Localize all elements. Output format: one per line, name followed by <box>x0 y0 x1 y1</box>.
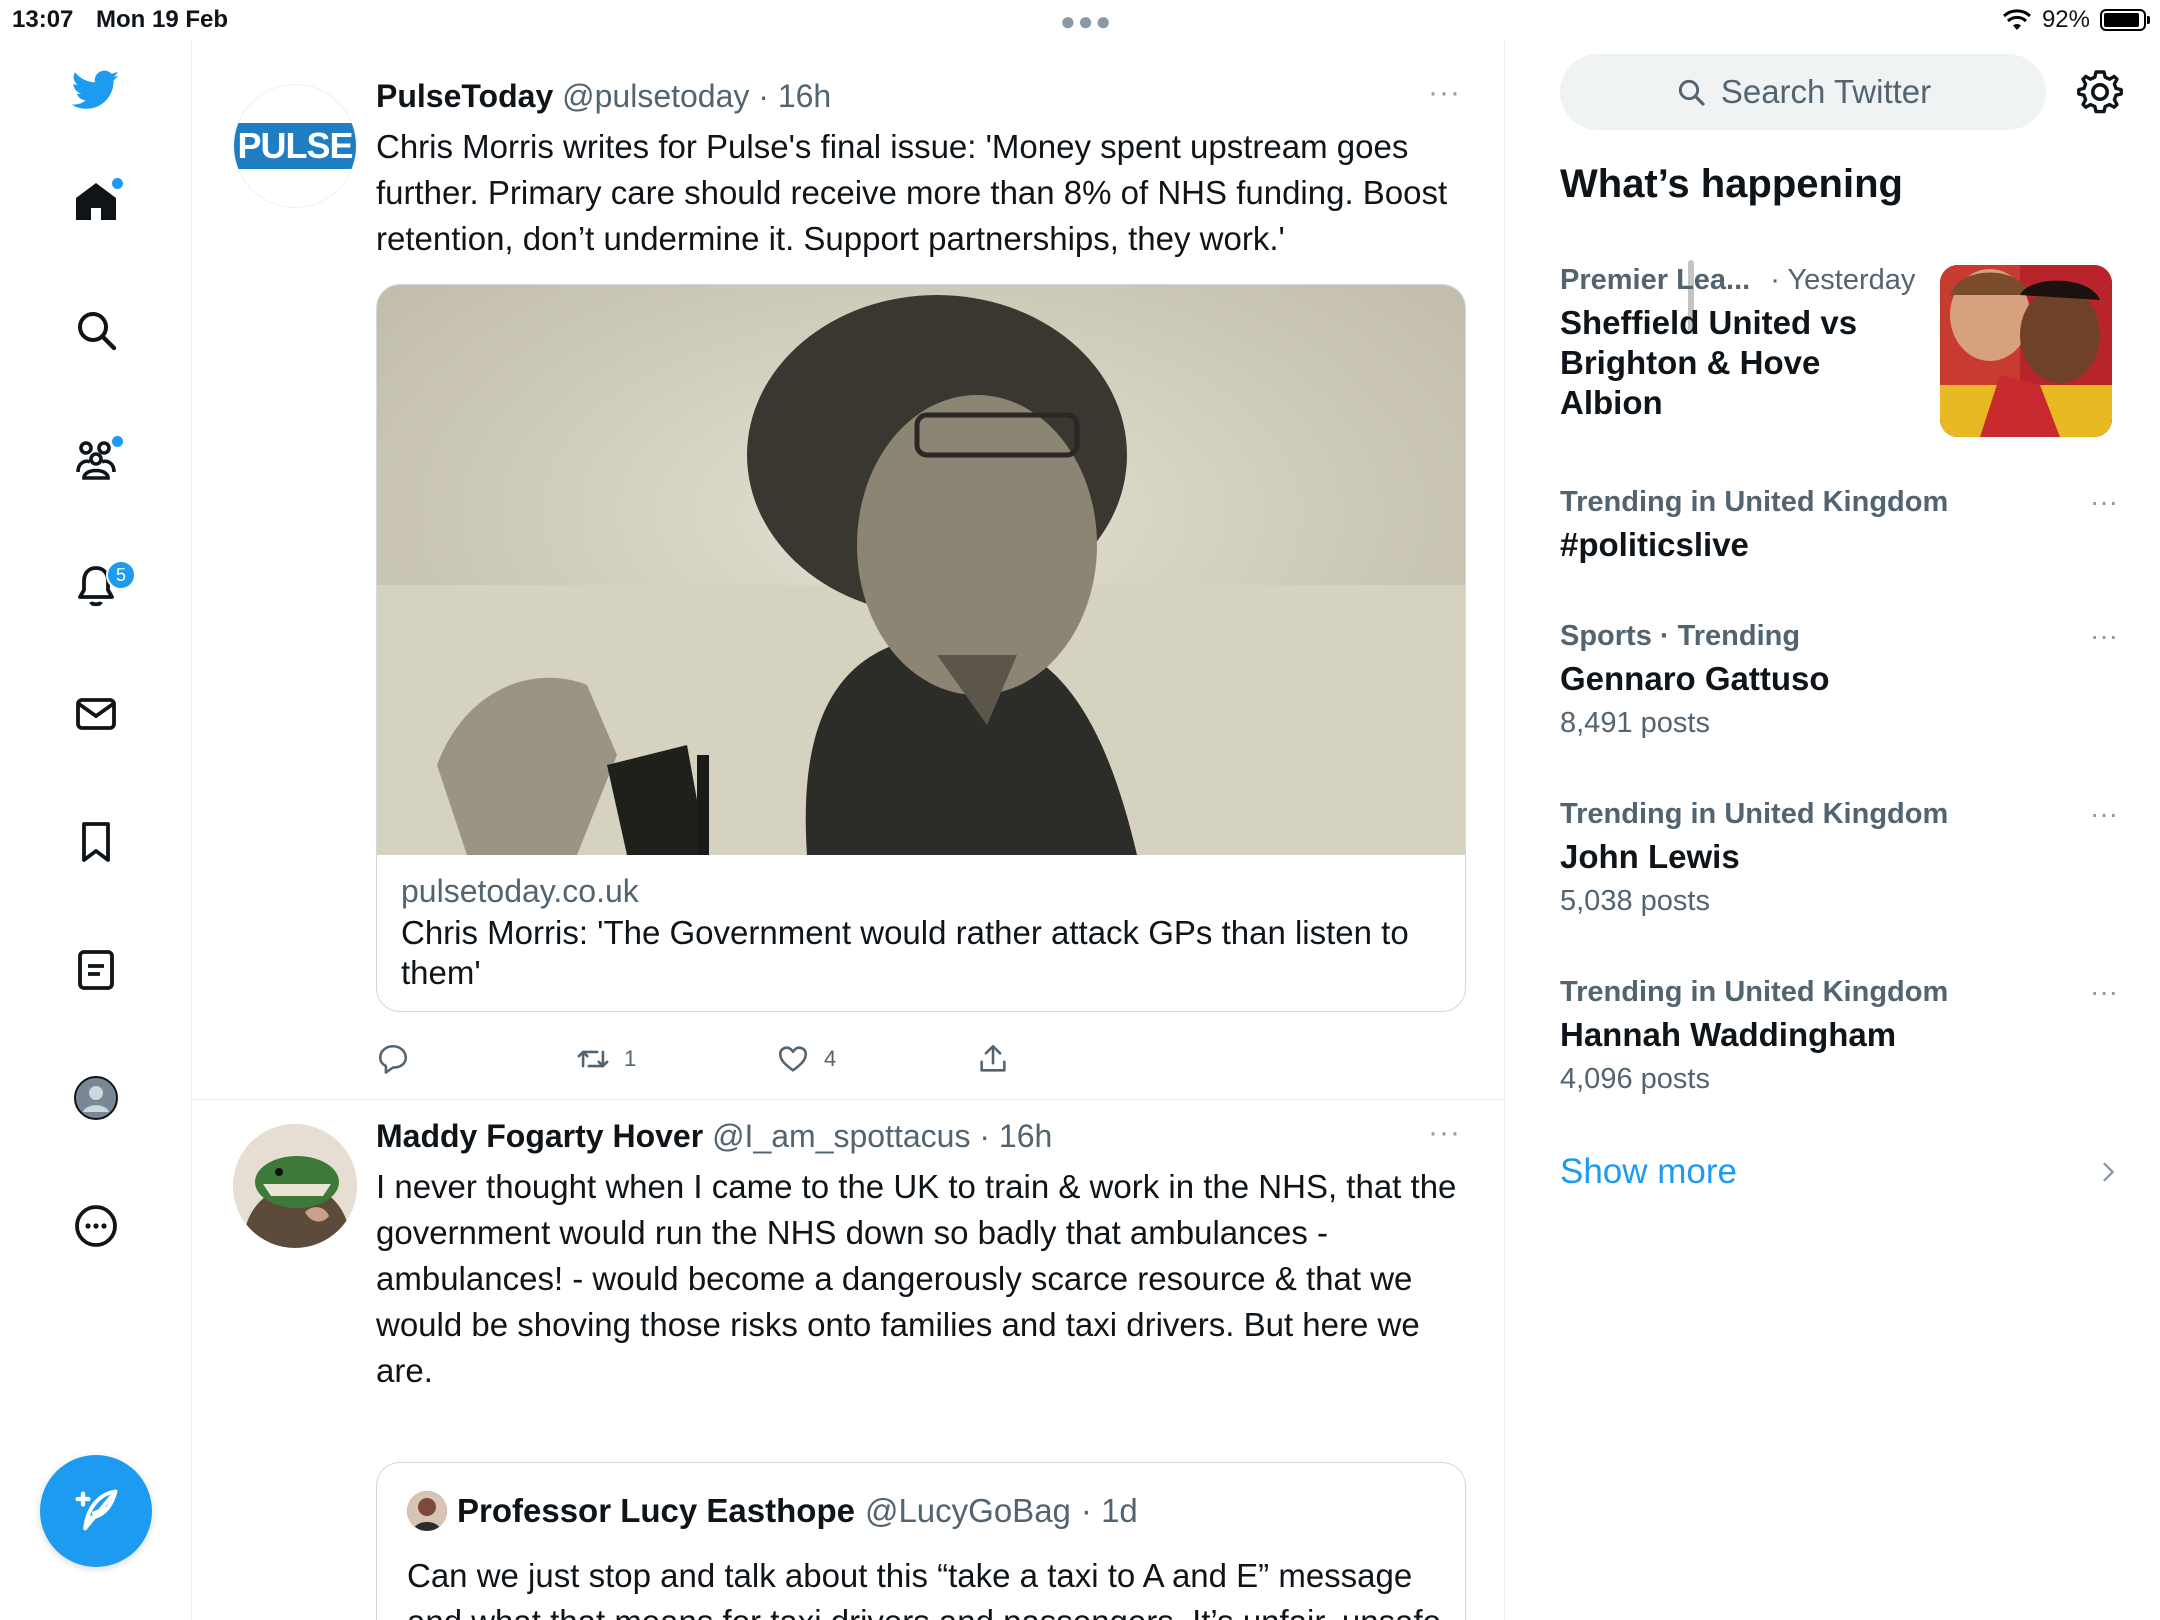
multitasking-dots-icon[interactable]: ●●● <box>1060 6 1113 37</box>
tweet-header: Maddy Fogarty Hover @I_am_spottacus · 16… <box>376 1118 1052 1155</box>
timeline: PULSE PulseToday @pulsetoday · 16h ··· C… <box>193 40 1694 1620</box>
trend-item[interactable]: Sports · Trending Gennaro Gattuso 8,491 … <box>1560 620 2120 740</box>
chevron-right-icon[interactable] <box>2094 1158 2122 1186</box>
trend-more-icon[interactable]: ··· <box>2090 976 2118 1008</box>
trend-name: #politicslive <box>1560 526 1749 563</box>
trend-time: · Yesterday <box>1770 264 1916 296</box>
bookmarks-icon[interactable] <box>64 810 128 874</box>
feather-plus-icon <box>75 1489 118 1531</box>
trend-more-icon[interactable]: ··· <box>2090 798 2118 830</box>
quote-author-handle: @LucyGoBag <box>864 1492 1071 1529</box>
trend-post-count: 5,038 posts <box>1560 885 1710 917</box>
battery-icon <box>2100 9 2150 31</box>
trend-category: Trending in United Kingdom <box>1560 486 1949 518</box>
twitter-logo-icon[interactable] <box>64 58 128 122</box>
author-name[interactable]: PulseToday <box>376 78 553 114</box>
tweet-header: PulseToday @pulsetoday · 16h <box>376 78 831 115</box>
reply-button[interactable] <box>376 1039 410 1079</box>
maddy-avatar[interactable] <box>233 1124 357 1248</box>
trend-name: Hannah Waddingham <box>1560 1016 1897 1053</box>
trend-item[interactable]: Trending in United Kingdom Hannah Waddin… <box>1560 976 2120 1096</box>
status-date: Mon 19 Feb <box>96 6 229 33</box>
trend-item[interactable]: Trending in United Kingdom John Lewis 5,… <box>1560 798 2120 918</box>
trend-name: John Lewis <box>1560 838 1740 875</box>
trend-category: Premier Lea... <box>1560 264 1751 296</box>
status-time: 13:07 <box>12 6 74 33</box>
trend-name: Sheffield United vs Brighton & Hove Albi… <box>1560 304 1858 421</box>
card-title: Chris Morris: 'The Government would rath… <box>401 914 1409 991</box>
trend-category: Trending in United Kingdom <box>1560 798 1949 830</box>
quote-author-name: Professor Lucy Easthope <box>457 1492 855 1529</box>
notifications-bell-icon[interactable]: 5 <box>64 554 136 618</box>
trend-more-icon[interactable]: ··· <box>2090 486 2118 518</box>
share-button[interactable] <box>976 1039 1010 1079</box>
trend-more-icon[interactable]: ··· <box>2090 620 2118 652</box>
battery-percent: 92% <box>2041 6 2090 33</box>
trend-post-count: 8,491 posts <box>1560 707 1710 739</box>
pulse-logo: PULSE <box>234 123 356 169</box>
heart-icon <box>778 1046 808 1072</box>
article-photo <box>377 285 1465 855</box>
quote-tweet[interactable]: Professor Lucy Easthope @LucyGoBag · 1d … <box>376 1462 1466 1620</box>
trend-name: Gennaro Gattuso <box>1560 660 1830 697</box>
status-bar: 13:07 Mon 19 Feb ●●● 92% <box>0 0 2160 40</box>
reply-icon <box>378 1044 408 1074</box>
trend-category: Trending in United Kingdom <box>1560 976 1949 1008</box>
compose-tweet-button[interactable] <box>40 1455 152 1567</box>
search-placeholder: Search Twitter <box>1720 73 1932 110</box>
more-options-icon[interactable] <box>64 1194 128 1258</box>
author-name[interactable]: Maddy Fogarty Hover <box>376 1118 703 1154</box>
card-domain: pulsetoday.co.uk <box>401 873 639 909</box>
tweet[interactable]: Maddy Fogarty Hover @I_am_spottacus · 16… <box>193 1100 1505 1620</box>
like-count: 4 <box>824 1046 837 1071</box>
retweet-icon <box>577 1050 609 1068</box>
messages-envelope-icon[interactable] <box>64 682 128 746</box>
whats-happening-title: What’s happening <box>1560 162 1903 206</box>
quote-time: · 1d <box>1080 1492 1138 1529</box>
tweet-time[interactable]: · 16h <box>979 1118 1052 1154</box>
quote-text: Can we just stop and talk about this “ta… <box>407 1557 1441 1620</box>
author-handle[interactable]: @I_am_spottacus <box>712 1118 970 1154</box>
author-handle[interactable]: @pulsetoday <box>562 78 749 114</box>
status-right: 92% <box>2002 6 2150 34</box>
trend-post-count: 4,096 posts <box>1560 1063 1710 1095</box>
link-card[interactable]: pulsetoday.co.uk Chris Morris: 'The Gove… <box>376 284 1466 1012</box>
tweet-more-icon[interactable]: ··· <box>1428 1116 1461 1150</box>
trend-category: Sports · Trending <box>1560 620 1801 652</box>
wifi-icon <box>2002 9 2031 30</box>
trend-thumbnail[interactable] <box>1940 265 2112 437</box>
trend-item[interactable]: Trending in United Kingdom #politicslive… <box>1560 486 2120 565</box>
retweet-count: 1 <box>624 1046 637 1071</box>
tweet-text: Chris Morris writes for Pulse's final is… <box>376 128 1448 257</box>
tweet-time[interactable]: · 16h <box>758 78 831 114</box>
right-sidebar: Search Twitter What’s happening Premier … <box>1506 40 2160 1620</box>
tweet[interactable]: PULSE PulseToday @pulsetoday · 16h ··· C… <box>193 54 1505 1100</box>
communities-icon[interactable] <box>64 426 128 490</box>
left-navigation: 5 <box>0 40 192 1620</box>
quote-header: Professor Lucy Easthope @LucyGoBag · 1d <box>407 1491 1138 1531</box>
lists-icon[interactable] <box>64 938 128 1002</box>
search-bar[interactable]: Search Twitter <box>1560 54 2046 130</box>
search-icon <box>1678 79 1705 106</box>
notifications-badge: 5 <box>106 560 136 590</box>
pulse-avatar[interactable]: PULSE <box>233 84 357 208</box>
show-more-link[interactable]: Show more <box>1560 1152 1737 1192</box>
share-icon <box>980 1044 1006 1072</box>
communities-new-dot <box>112 436 123 447</box>
settings-gear-icon[interactable] <box>2076 68 2124 116</box>
home-icon[interactable] <box>64 170 128 234</box>
explore-search-icon[interactable] <box>64 298 128 362</box>
home-new-dot <box>112 178 123 189</box>
tweet-more-icon[interactable]: ··· <box>1428 76 1461 110</box>
quote-author-avatar <box>407 1491 447 1531</box>
profile-avatar-icon[interactable] <box>64 1066 128 1130</box>
like-button[interactable]: 4 <box>776 1039 836 1079</box>
tweet-text: I never thought when I came to the UK to… <box>376 1168 1457 1389</box>
retweet-button[interactable]: 1 <box>576 1039 636 1079</box>
